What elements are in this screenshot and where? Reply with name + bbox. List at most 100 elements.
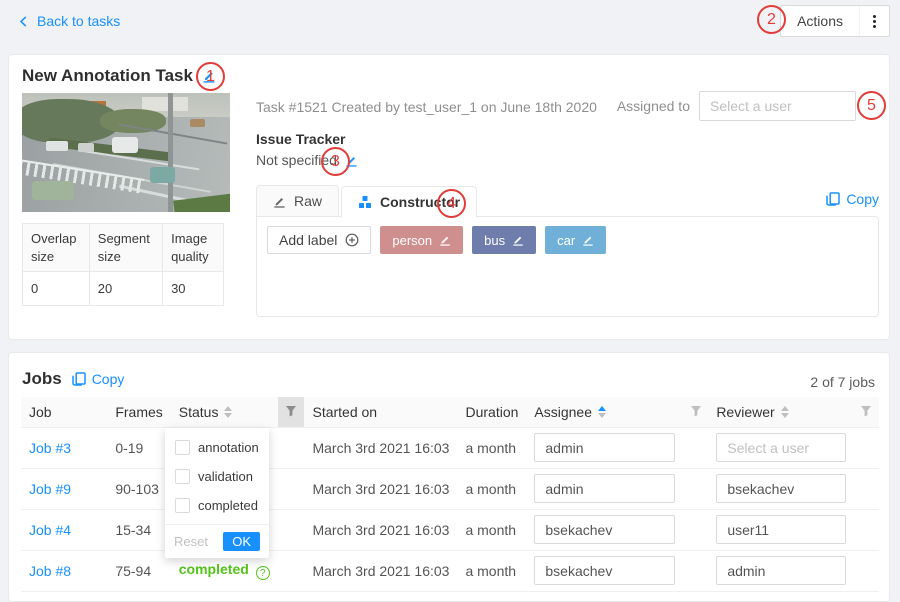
job-8-status: completed xyxy=(179,561,249,577)
filter-option-validation-label: validation xyxy=(198,469,253,484)
job-9-link[interactable]: Job #9 xyxy=(29,481,71,497)
task-preview-image xyxy=(22,93,230,212)
label-bus-name: bus xyxy=(484,233,505,248)
annotation-circle-5: 5 xyxy=(857,91,886,120)
job-8-started: March 3rd 2021 16:03 xyxy=(304,550,457,591)
job-9-reviewer-select[interactable] xyxy=(716,474,845,503)
job-3-assignee-select[interactable] xyxy=(534,433,675,462)
pencil-icon xyxy=(273,195,286,208)
label-chip-bus[interactable]: bus xyxy=(472,226,536,254)
task-meta-text: Task #1521 Created by test_user_1 on Jun… xyxy=(256,99,597,115)
param-header-quality: Image quality xyxy=(163,224,224,272)
column-header-frames: Frames xyxy=(107,397,170,427)
add-label-text: Add label xyxy=(279,232,337,248)
assignee-sort-icon[interactable] xyxy=(598,406,606,418)
status-filter-dropdown: annotation validation completed Reset OK xyxy=(165,428,269,558)
column-header-reviewer[interactable]: Reviewer xyxy=(708,397,853,427)
param-header-segment: Segment size xyxy=(89,224,162,272)
label-car-edit-icon[interactable] xyxy=(582,234,594,246)
label-person-name: person xyxy=(392,233,432,248)
param-value-overlap: 0 xyxy=(23,272,90,306)
job-4-duration: a month xyxy=(457,509,526,550)
table-row: Job #8 75-94 completed? March 3rd 2021 1… xyxy=(21,550,879,591)
job-3-link[interactable]: Job #3 xyxy=(29,440,71,456)
label-bus-edit-icon[interactable] xyxy=(512,234,524,246)
add-label-button[interactable]: Add label xyxy=(267,226,371,254)
label-chip-person[interactable]: person xyxy=(380,226,463,254)
job-9-duration: a month xyxy=(457,468,526,509)
jobs-title: Jobs xyxy=(22,369,62,389)
param-header-overlap: Overlap size xyxy=(23,224,90,272)
job-8-reviewer-select[interactable] xyxy=(716,556,845,585)
jobs-table: Job Frames Status Started on Duration As… xyxy=(21,397,879,592)
label-person-edit-icon[interactable] xyxy=(439,234,451,246)
checkbox-validation[interactable] xyxy=(175,469,190,484)
checkbox-annotation[interactable] xyxy=(175,440,190,455)
assigned-to-label: Assigned to xyxy=(617,98,690,114)
jobs-count: 2 of 7 jobs xyxy=(810,374,875,390)
copy-jobs-button[interactable]: Copy xyxy=(72,371,125,387)
assigned-to-block: Assigned to xyxy=(617,91,856,121)
column-header-status[interactable]: Status xyxy=(171,397,278,427)
job-9-started: March 3rd 2021 16:03 xyxy=(304,468,457,509)
column-header-job: Job xyxy=(21,397,107,427)
copy-jobs-label: Copy xyxy=(92,371,125,387)
job-3-started: March 3rd 2021 16:03 xyxy=(304,427,457,468)
copy-labels-label: Copy xyxy=(846,191,879,207)
job-4-reviewer-select[interactable] xyxy=(716,515,845,544)
table-row: Job #4 15-34 March 3rd 2021 16:03 a mont… xyxy=(21,509,879,550)
table-row: Job #3 0-19 March 3rd 2021 16:03 a month xyxy=(21,427,879,468)
annotation-circle-1: 1 xyxy=(196,62,225,91)
annotation-circle-3: 3 xyxy=(321,147,350,176)
more-vertical-icon[interactable] xyxy=(859,6,889,36)
job-4-started: March 3rd 2021 16:03 xyxy=(304,509,457,550)
status-sort-icon[interactable] xyxy=(224,406,232,418)
copy-icon xyxy=(826,192,840,206)
copy-icon xyxy=(72,372,86,386)
page-title: New Annotation Task xyxy=(22,66,193,86)
filter-ok-button[interactable]: OK xyxy=(223,532,260,551)
job-4-frames: 15-34 xyxy=(107,509,170,550)
assignee-filter-icon[interactable] xyxy=(683,397,708,427)
task-assignee-select[interactable] xyxy=(699,91,856,121)
job-3-reviewer-select[interactable] xyxy=(716,433,845,462)
job-4-assignee-select[interactable] xyxy=(534,515,675,544)
tab-raw[interactable]: Raw xyxy=(256,185,339,217)
chevron-left-icon xyxy=(18,15,29,28)
column-header-started-on: Started on xyxy=(304,397,457,427)
copy-labels-button[interactable]: Copy xyxy=(826,191,879,207)
annotation-circle-4: 4 xyxy=(437,189,466,218)
label-chip-car[interactable]: car xyxy=(545,226,606,254)
filter-option-completed-label: completed xyxy=(198,498,258,513)
back-to-tasks-label: Back to tasks xyxy=(37,13,120,29)
filter-option-annotation[interactable]: annotation xyxy=(165,433,269,462)
plus-circle-icon xyxy=(345,233,359,247)
question-circle-icon[interactable]: ? xyxy=(256,566,270,580)
job-4-link[interactable]: Job #4 xyxy=(29,522,71,538)
jobs-card: Jobs Copy 2 of 7 jobs Job Frames Status xyxy=(8,352,890,602)
job-9-assignee-select[interactable] xyxy=(534,474,675,503)
job-8-frames: 75-94 xyxy=(107,550,170,591)
tab-raw-label: Raw xyxy=(294,193,322,209)
filter-option-completed[interactable]: completed xyxy=(165,491,269,520)
block-icon xyxy=(358,195,372,209)
filter-option-validation[interactable]: validation xyxy=(165,462,269,491)
reviewer-filter-icon[interactable] xyxy=(854,397,879,427)
job-8-duration: a month xyxy=(457,550,526,591)
task-parameters-table: Overlap size Segment size Image quality … xyxy=(22,223,224,306)
reviewer-sort-icon[interactable] xyxy=(781,406,789,418)
param-value-quality: 30 xyxy=(163,272,224,306)
labels-tabs: Raw Constructor Copy xyxy=(256,185,879,217)
actions-label: Actions xyxy=(781,6,859,36)
task-title-row: New Annotation Task xyxy=(22,66,216,86)
job-8-link[interactable]: Job #8 xyxy=(29,563,71,579)
actions-button[interactable]: Actions xyxy=(780,5,890,37)
back-to-tasks-link[interactable]: Back to tasks xyxy=(18,13,120,29)
filter-option-annotation-label: annotation xyxy=(198,440,259,455)
column-header-duration: Duration xyxy=(457,397,526,427)
checkbox-completed[interactable] xyxy=(175,498,190,513)
status-filter-icon[interactable] xyxy=(278,397,305,427)
job-8-assignee-select[interactable] xyxy=(534,556,675,585)
column-header-assignee[interactable]: Assignee xyxy=(526,397,683,427)
filter-reset-button[interactable]: Reset xyxy=(174,534,208,549)
